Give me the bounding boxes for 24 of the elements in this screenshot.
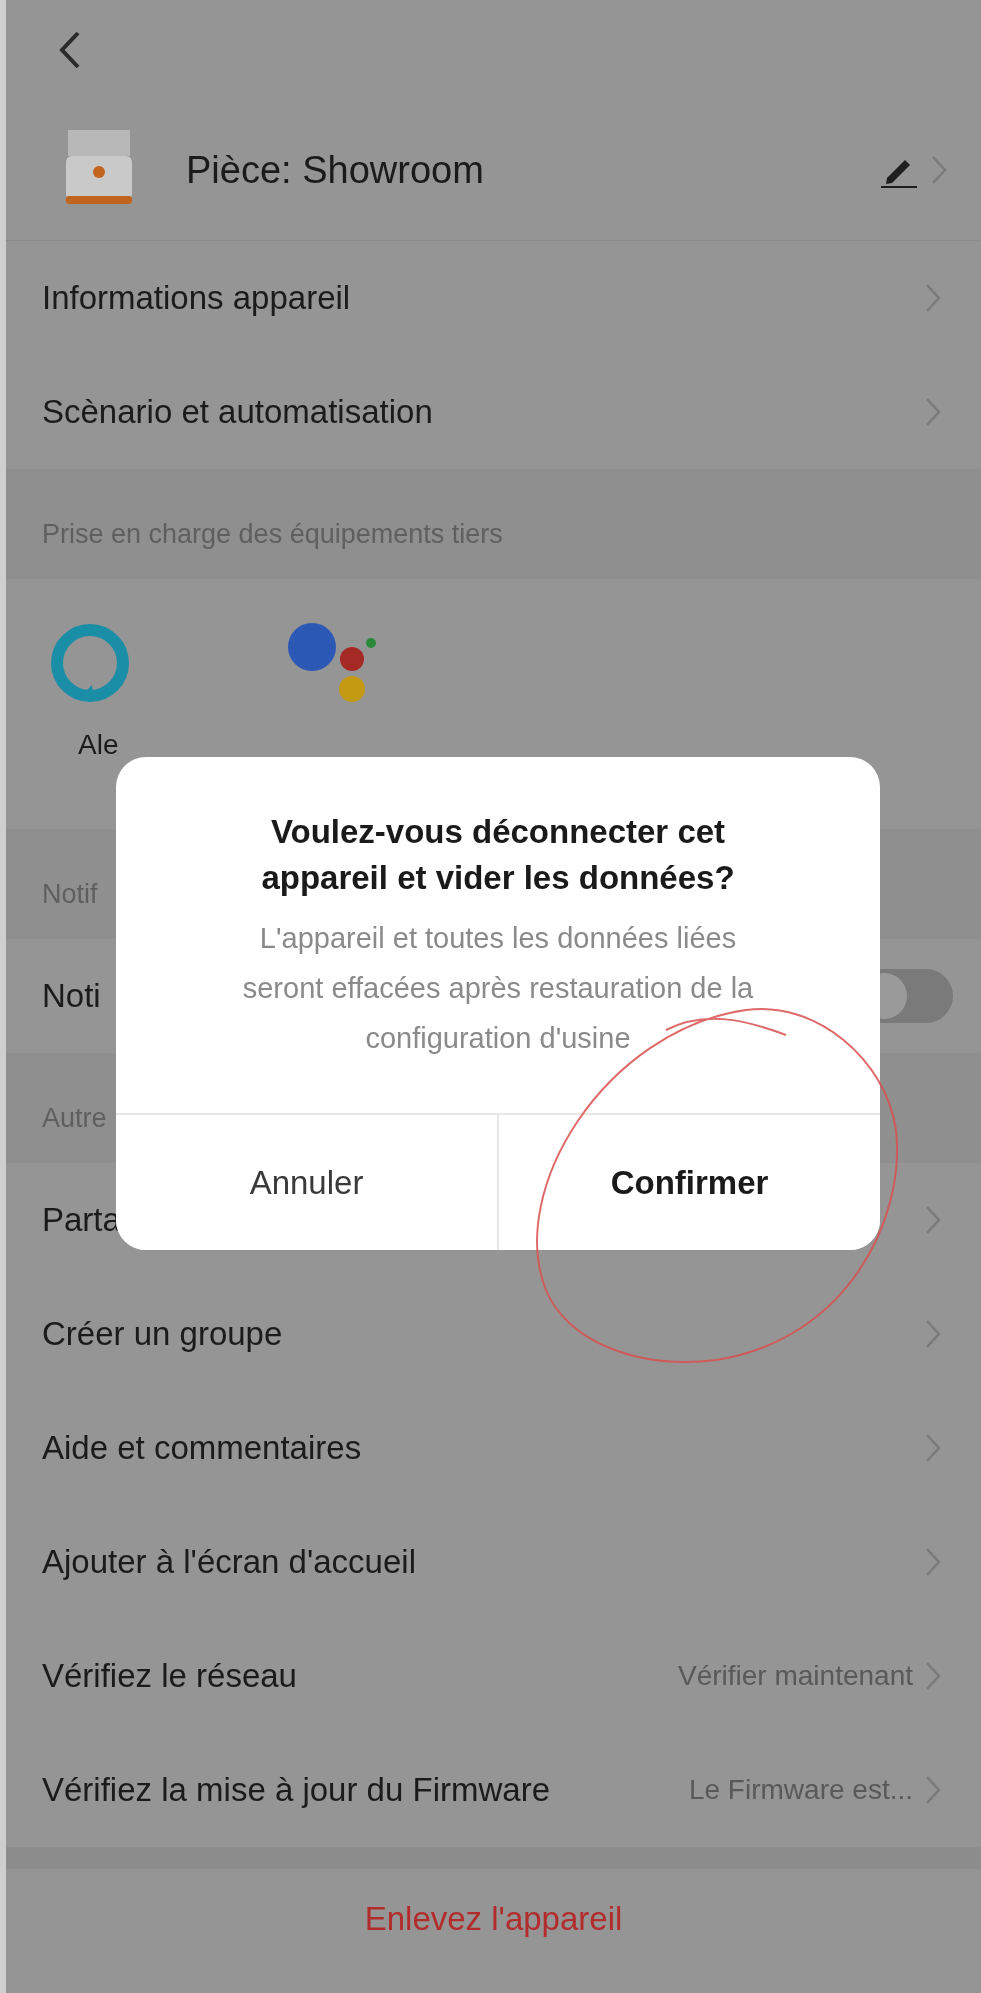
chevron-icon bbox=[925, 397, 941, 427]
menu-item[interactable]: Vérifiez le réseau bbox=[42, 1657, 297, 1695]
chevron-icon bbox=[925, 1547, 941, 1577]
chevron-icon bbox=[925, 1319, 941, 1349]
dialog-button[interactable]: Confirmer bbox=[497, 1115, 880, 1250]
assistant-label: Ale bbox=[77, 729, 119, 761]
chevron-icon bbox=[925, 1205, 941, 1235]
dialog-title: Voulez-vous déconnecter cet appareil et vider les données? bbox=[260, 812, 736, 898]
menu-row[interactable]: Informations appareil bbox=[6, 241, 981, 355]
notification-label: Noti bbox=[42, 977, 101, 1015]
menu-item[interactable]: Aide et commentaires bbox=[42, 1429, 362, 1467]
menu-item[interactable]: Vérifiez la mise à jour du Firmware bbox=[42, 1771, 550, 1809]
dialog-message: L'appareil et toutes les données liées seront effacées après restauration de la configuration d'usine bbox=[241, 921, 755, 1056]
chevron-icon bbox=[925, 1661, 941, 1691]
menu-item[interactable]: Créer un groupe bbox=[42, 1315, 283, 1353]
chevron-icon bbox=[925, 283, 941, 313]
menu-item[interactable]: Ajouter à l'écran d'accueil bbox=[42, 1543, 416, 1581]
room-label: Pièce: Showroom bbox=[186, 148, 485, 192]
row-value: Le Firmware est... bbox=[688, 1774, 913, 1806]
menu-row[interactable]: Scènario et automatisation bbox=[6, 355, 981, 469]
chevron-icon bbox=[925, 1433, 941, 1463]
row-value: Vérifier maintenant bbox=[678, 1660, 913, 1692]
chevron-icon bbox=[925, 1775, 941, 1805]
back-icon[interactable] bbox=[58, 30, 82, 70]
